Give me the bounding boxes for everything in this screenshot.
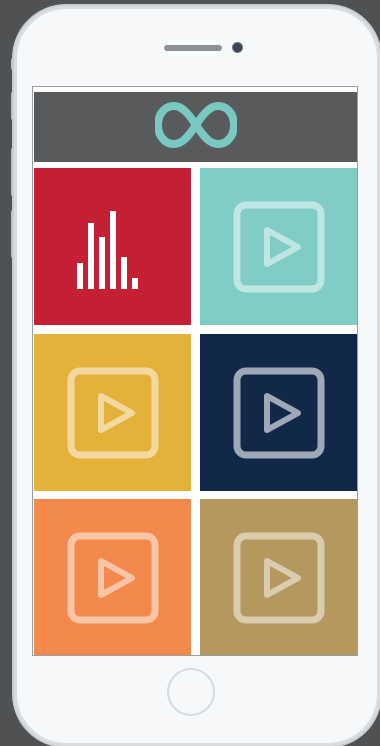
tile-stats[interactable]: [34, 168, 191, 325]
front-camera: [233, 43, 242, 52]
speaker-grille: [164, 45, 222, 51]
tile-video-4[interactable]: [34, 499, 191, 655]
home-button[interactable]: [167, 668, 215, 716]
play-icon: [232, 200, 326, 294]
play-icon: [232, 531, 326, 625]
tile-video-3[interactable]: [200, 334, 357, 491]
tile-video-2[interactable]: [34, 334, 191, 491]
bar-chart-icon: [73, 205, 153, 289]
tile-video-1[interactable]: [200, 168, 357, 325]
infinity-icon: [153, 101, 238, 154]
play-icon: [66, 531, 160, 625]
play-icon: [232, 366, 326, 460]
phone-screen: [32, 86, 358, 656]
app-header: [34, 92, 357, 162]
play-icon: [66, 366, 160, 460]
tile-video-5[interactable]: [200, 499, 357, 655]
